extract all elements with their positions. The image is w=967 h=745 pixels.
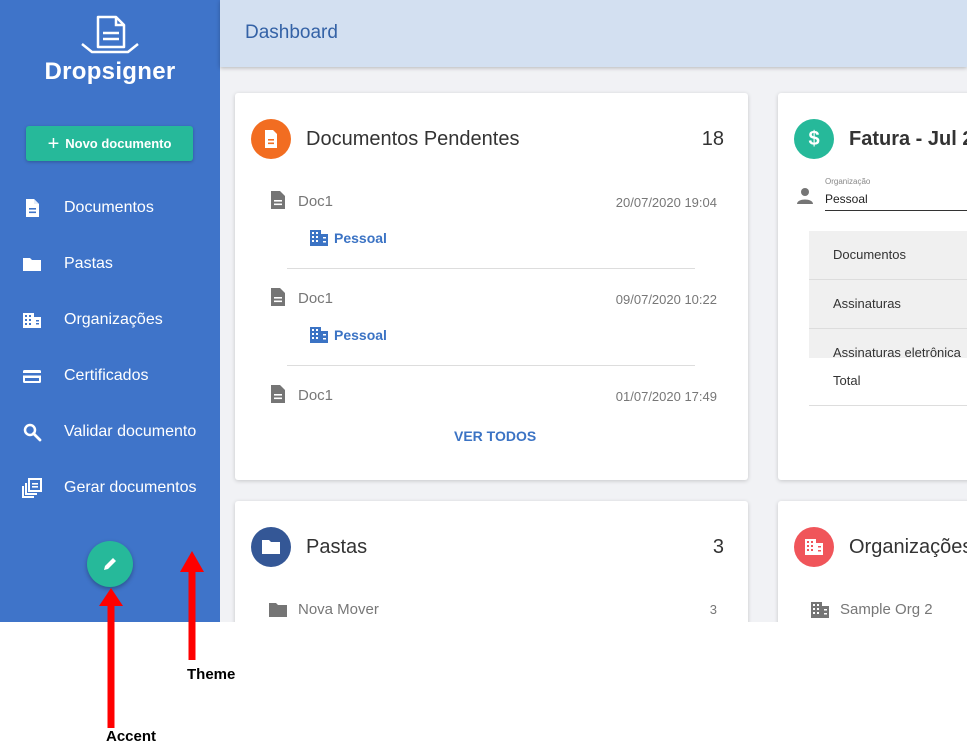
organization-name: Pessoal <box>334 327 387 343</box>
sidebar-item-validar-documento[interactable]: Validar documento <box>0 412 220 452</box>
logo-document-icon <box>81 15 139 54</box>
folder-icon <box>262 540 280 554</box>
organization-name: Pessoal <box>334 230 387 246</box>
organization-select[interactable]: Pessoal <box>825 192 868 206</box>
document-icon <box>271 191 285 209</box>
theme-annotation-label: Theme <box>187 666 236 683</box>
building-icon <box>805 539 823 555</box>
organization-select-label: Organização <box>825 177 871 186</box>
sidebar: Dropsigner + Novo documento Documentos P… <box>0 0 220 622</box>
invoice-row-label: Total <box>833 373 861 388</box>
folders-card: Pastas 3 Nova Mover 3 <box>235 501 748 622</box>
card-title: Fatura - Jul 20 <box>849 128 967 150</box>
sidebar-item-certificados[interactable]: Certificados <box>0 356 220 396</box>
folder-doc-count: 3 <box>709 602 717 617</box>
document-icon <box>271 385 285 403</box>
card-count: 18 <box>701 128 724 150</box>
invoice-row: Documentos <box>809 231 967 280</box>
sidebar-item-label: Documentos <box>64 199 154 216</box>
sign-fab-button[interactable] <box>87 541 133 587</box>
sidebar-item-organizacoes[interactable]: Organizações <box>0 300 220 340</box>
card-count: 3 <box>712 536 724 558</box>
new-document-button[interactable]: + Novo documento <box>26 126 193 161</box>
invoice-row-label: Assinaturas <box>833 296 901 311</box>
plus-icon: + <box>47 132 60 155</box>
divider <box>287 268 695 269</box>
invoice-row: Assinaturas <box>809 280 967 329</box>
sidebar-item-label: Validar documento <box>64 423 197 440</box>
document-name-link[interactable]: Doc1 <box>298 290 333 307</box>
organization-name-link[interactable]: Sample Org 2 <box>840 601 933 618</box>
building-icon <box>811 602 829 618</box>
invoice-row-total: Total <box>809 358 967 406</box>
divider <box>287 365 695 366</box>
pencil-icon <box>104 558 116 570</box>
library-icon <box>22 478 42 498</box>
accent-annotation-label: Accent <box>106 728 157 745</box>
document-name-link[interactable]: Doc1 <box>298 193 333 210</box>
credit-card-icon <box>23 370 41 383</box>
document-name-link[interactable]: Doc1 <box>298 387 333 404</box>
document-date: 01/07/2020 17:49 <box>615 389 717 404</box>
sidebar-item-label: Organizações <box>64 311 163 328</box>
folders-card-icon <box>251 527 291 567</box>
card-title: Organizações <box>849 536 967 558</box>
person-icon <box>797 188 813 204</box>
pending-documents-card: Documentos Pendentes 18 Doc1 20/07/2020 … <box>235 93 748 480</box>
dollar-icon: $ <box>794 119 834 159</box>
sidebar-item-pastas[interactable]: Pastas <box>0 244 220 284</box>
invoice-row: Assinaturas eletrônica <box>809 329 967 358</box>
page-title: Dashboard <box>245 22 338 43</box>
folder-name-link[interactable]: Nova Mover <box>298 601 379 618</box>
document-icon <box>26 199 39 217</box>
building-icon <box>23 313 41 328</box>
card-title: Pastas <box>306 536 368 558</box>
document-date: 09/07/2020 10:22 <box>615 292 717 307</box>
sidebar-item-label: Gerar documentos <box>64 479 197 496</box>
folder-icon <box>269 603 287 617</box>
document-icon <box>265 130 277 148</box>
invoice-row-label: Documentos <box>833 247 906 262</box>
see-all-button[interactable]: VER TODOS <box>454 428 536 444</box>
sidebar-item-gerar-documentos[interactable]: Gerar documentos <box>0 468 220 508</box>
invoice-card: $ Fatura - Jul 20 Organização Pessoal Do… <box>778 93 967 480</box>
sidebar-item-documentos[interactable]: Documentos <box>0 188 220 228</box>
document-icon <box>271 288 285 306</box>
top-header: Dashboard <box>220 0 967 67</box>
folder-icon <box>23 258 41 271</box>
select-underline <box>825 210 967 211</box>
app-window: Dropsigner + Novo documento Documentos P… <box>0 0 967 622</box>
building-icon <box>310 327 328 343</box>
card-title: Documentos Pendentes <box>306 128 520 150</box>
search-icon <box>23 423 42 442</box>
sidebar-item-label: Certificados <box>64 367 149 384</box>
invoice-row-label: Assinaturas eletrônica <box>833 345 961 358</box>
document-date: 20/07/2020 19:04 <box>615 195 717 210</box>
organizations-card: Organizações Sample Org 2 <box>778 501 967 622</box>
pending-documents-icon <box>251 119 291 159</box>
app-logo-text: Dropsigner <box>44 58 176 85</box>
sidebar-item-label: Pastas <box>64 255 113 272</box>
new-document-label: Novo documento <box>65 136 172 151</box>
building-icon <box>310 230 328 246</box>
organizations-card-icon <box>794 527 834 567</box>
